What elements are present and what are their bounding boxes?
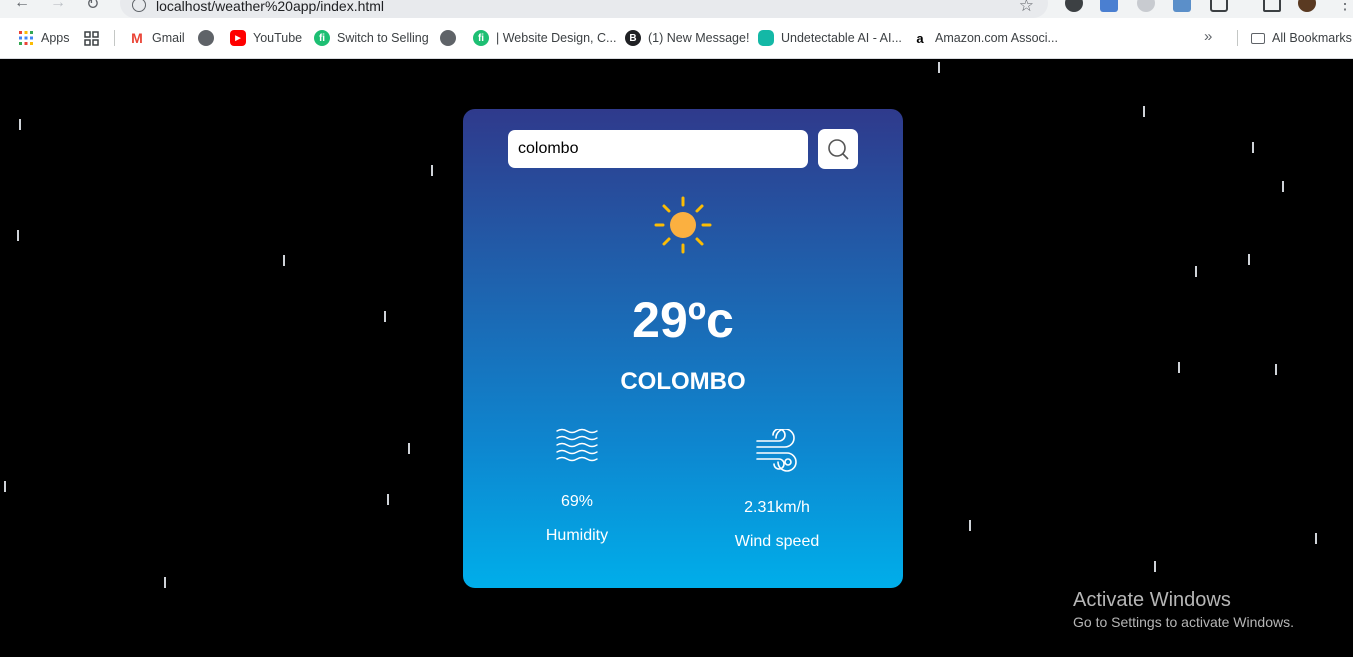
activate-windows-subtitle: Go to Settings to activate Windows. (1073, 614, 1294, 630)
raindrop (1275, 364, 1277, 375)
raindrop (17, 230, 19, 241)
city-name: COLOMBO (620, 368, 746, 395)
forward-icon[interactable]: → (50, 0, 66, 12)
bookmark-undetectable-ai[interactable]: Undetectable AI - AI... (758, 29, 902, 47)
bookmark-website-design[interactable]: fi | Website Design, C... (473, 29, 616, 47)
bookmark-label: Gmail (152, 31, 185, 45)
raindrop (431, 165, 433, 176)
bookmarks-divider (114, 30, 115, 46)
raindrop (938, 62, 940, 73)
search-button[interactable] (818, 129, 858, 169)
bookmark-label: | Website Design, C... (496, 31, 617, 45)
bookmark-label: Switch to Selling (337, 31, 429, 45)
bookmark-label: Apps (41, 31, 70, 45)
extension-icon[interactable] (1173, 0, 1191, 12)
wind-speed-value: 2.31km/h (744, 499, 810, 516)
weather-card: 29ºc COLOMBO 69% Humidity 2.31km/h Wind … (463, 109, 903, 588)
more-bookmarks-icon[interactable]: » (1204, 28, 1212, 45)
all-bookmarks-button[interactable]: All Bookmarks (1251, 29, 1352, 47)
bookmark-tab-groups[interactable] (83, 29, 106, 47)
globe-icon (198, 30, 214, 46)
raindrop (1315, 533, 1317, 544)
raindrop (164, 577, 166, 588)
extension-icon[interactable] (1100, 0, 1118, 12)
bookmark-apps[interactable]: Apps (18, 29, 70, 47)
sun-icon (654, 196, 712, 254)
search-icon (828, 139, 849, 160)
humidity-value: 69% (560, 493, 594, 510)
youtube-icon: ▶ (230, 30, 246, 46)
temperature: 29ºc (632, 292, 734, 348)
site-info-icon[interactable] (132, 0, 146, 12)
extensions-puzzle-icon[interactable] (1210, 0, 1228, 12)
address-bar[interactable]: localhost/weather%20app/index.html ☆ (120, 0, 1048, 18)
humidity-icon (556, 428, 598, 462)
raindrop (969, 520, 971, 531)
gmail-icon: M (131, 30, 143, 46)
raindrop (1195, 266, 1197, 277)
extension-icon[interactable] (1065, 0, 1083, 12)
raindrop (1154, 561, 1156, 572)
raindrop (1143, 106, 1145, 117)
humidity-label: Humidity (545, 527, 609, 544)
raindrop (4, 481, 6, 492)
tab-groups-icon (83, 30, 99, 46)
bookmark-new-message[interactable]: B (1) New Message! (625, 29, 749, 47)
bookmarks-divider (1237, 30, 1238, 46)
activate-windows-title: Activate Windows (1073, 589, 1231, 611)
raindrop (1282, 181, 1284, 192)
wind-icon (756, 429, 797, 472)
bookmark-switch-to-selling[interactable]: fi Switch to Selling (314, 29, 429, 47)
bookmark-star-icon[interactable]: ☆ (1019, 0, 1034, 16)
raindrop (1248, 254, 1250, 265)
profile-avatar[interactable] (1298, 0, 1316, 12)
raindrop (387, 494, 389, 505)
bookmark-gmail[interactable]: M Gmail (129, 29, 185, 47)
bookmark-label: Undetectable AI - AI... (781, 31, 902, 45)
bookmark-globe[interactable] (198, 29, 221, 47)
raindrop (1178, 362, 1180, 373)
bookmark-youtube[interactable]: ▶ YouTube (230, 29, 302, 47)
undetectable-icon (758, 30, 774, 46)
globe-icon (440, 30, 456, 46)
bookmark-amazon[interactable]: a Amazon.com Associ... (912, 29, 1058, 47)
raindrop (283, 255, 285, 266)
download-icon[interactable] (1263, 0, 1281, 12)
b-icon: B (625, 30, 641, 46)
browser-toolbar: ← → ↻ localhost/weather%20app/index.html… (0, 0, 1353, 18)
bookmarks-bar: Apps M Gmail ▶ YouTube fi Switch to Sell… (0, 18, 1353, 59)
raindrop (384, 311, 386, 322)
bookmark-label: (1) New Message! (648, 31, 750, 45)
bookmark-label: Amazon.com Associ... (935, 31, 1058, 45)
back-icon[interactable]: ← (14, 0, 30, 12)
raindrop (1252, 142, 1254, 153)
wind-speed-label: Wind speed (734, 533, 820, 550)
city-search-input[interactable] (508, 130, 808, 168)
menu-kebab-icon[interactable]: ⋮ (1337, 0, 1353, 14)
extension-icon[interactable] (1137, 0, 1155, 12)
fiverr-icon: fi (314, 30, 330, 46)
apps-grid-icon (18, 30, 34, 46)
url-text: localhost/weather%20app/index.html (156, 0, 385, 14)
all-bookmarks-label: All Bookmarks (1272, 31, 1352, 45)
raindrop (408, 443, 410, 454)
bookmark-globe[interactable] (440, 29, 463, 47)
raindrop (19, 119, 21, 130)
bookmark-label: YouTube (253, 31, 303, 45)
amazon-icon: a (916, 30, 924, 46)
reload-icon[interactable]: ↻ (86, 0, 99, 14)
fiverr-icon: fi (473, 30, 489, 46)
folder-icon (1251, 32, 1265, 44)
